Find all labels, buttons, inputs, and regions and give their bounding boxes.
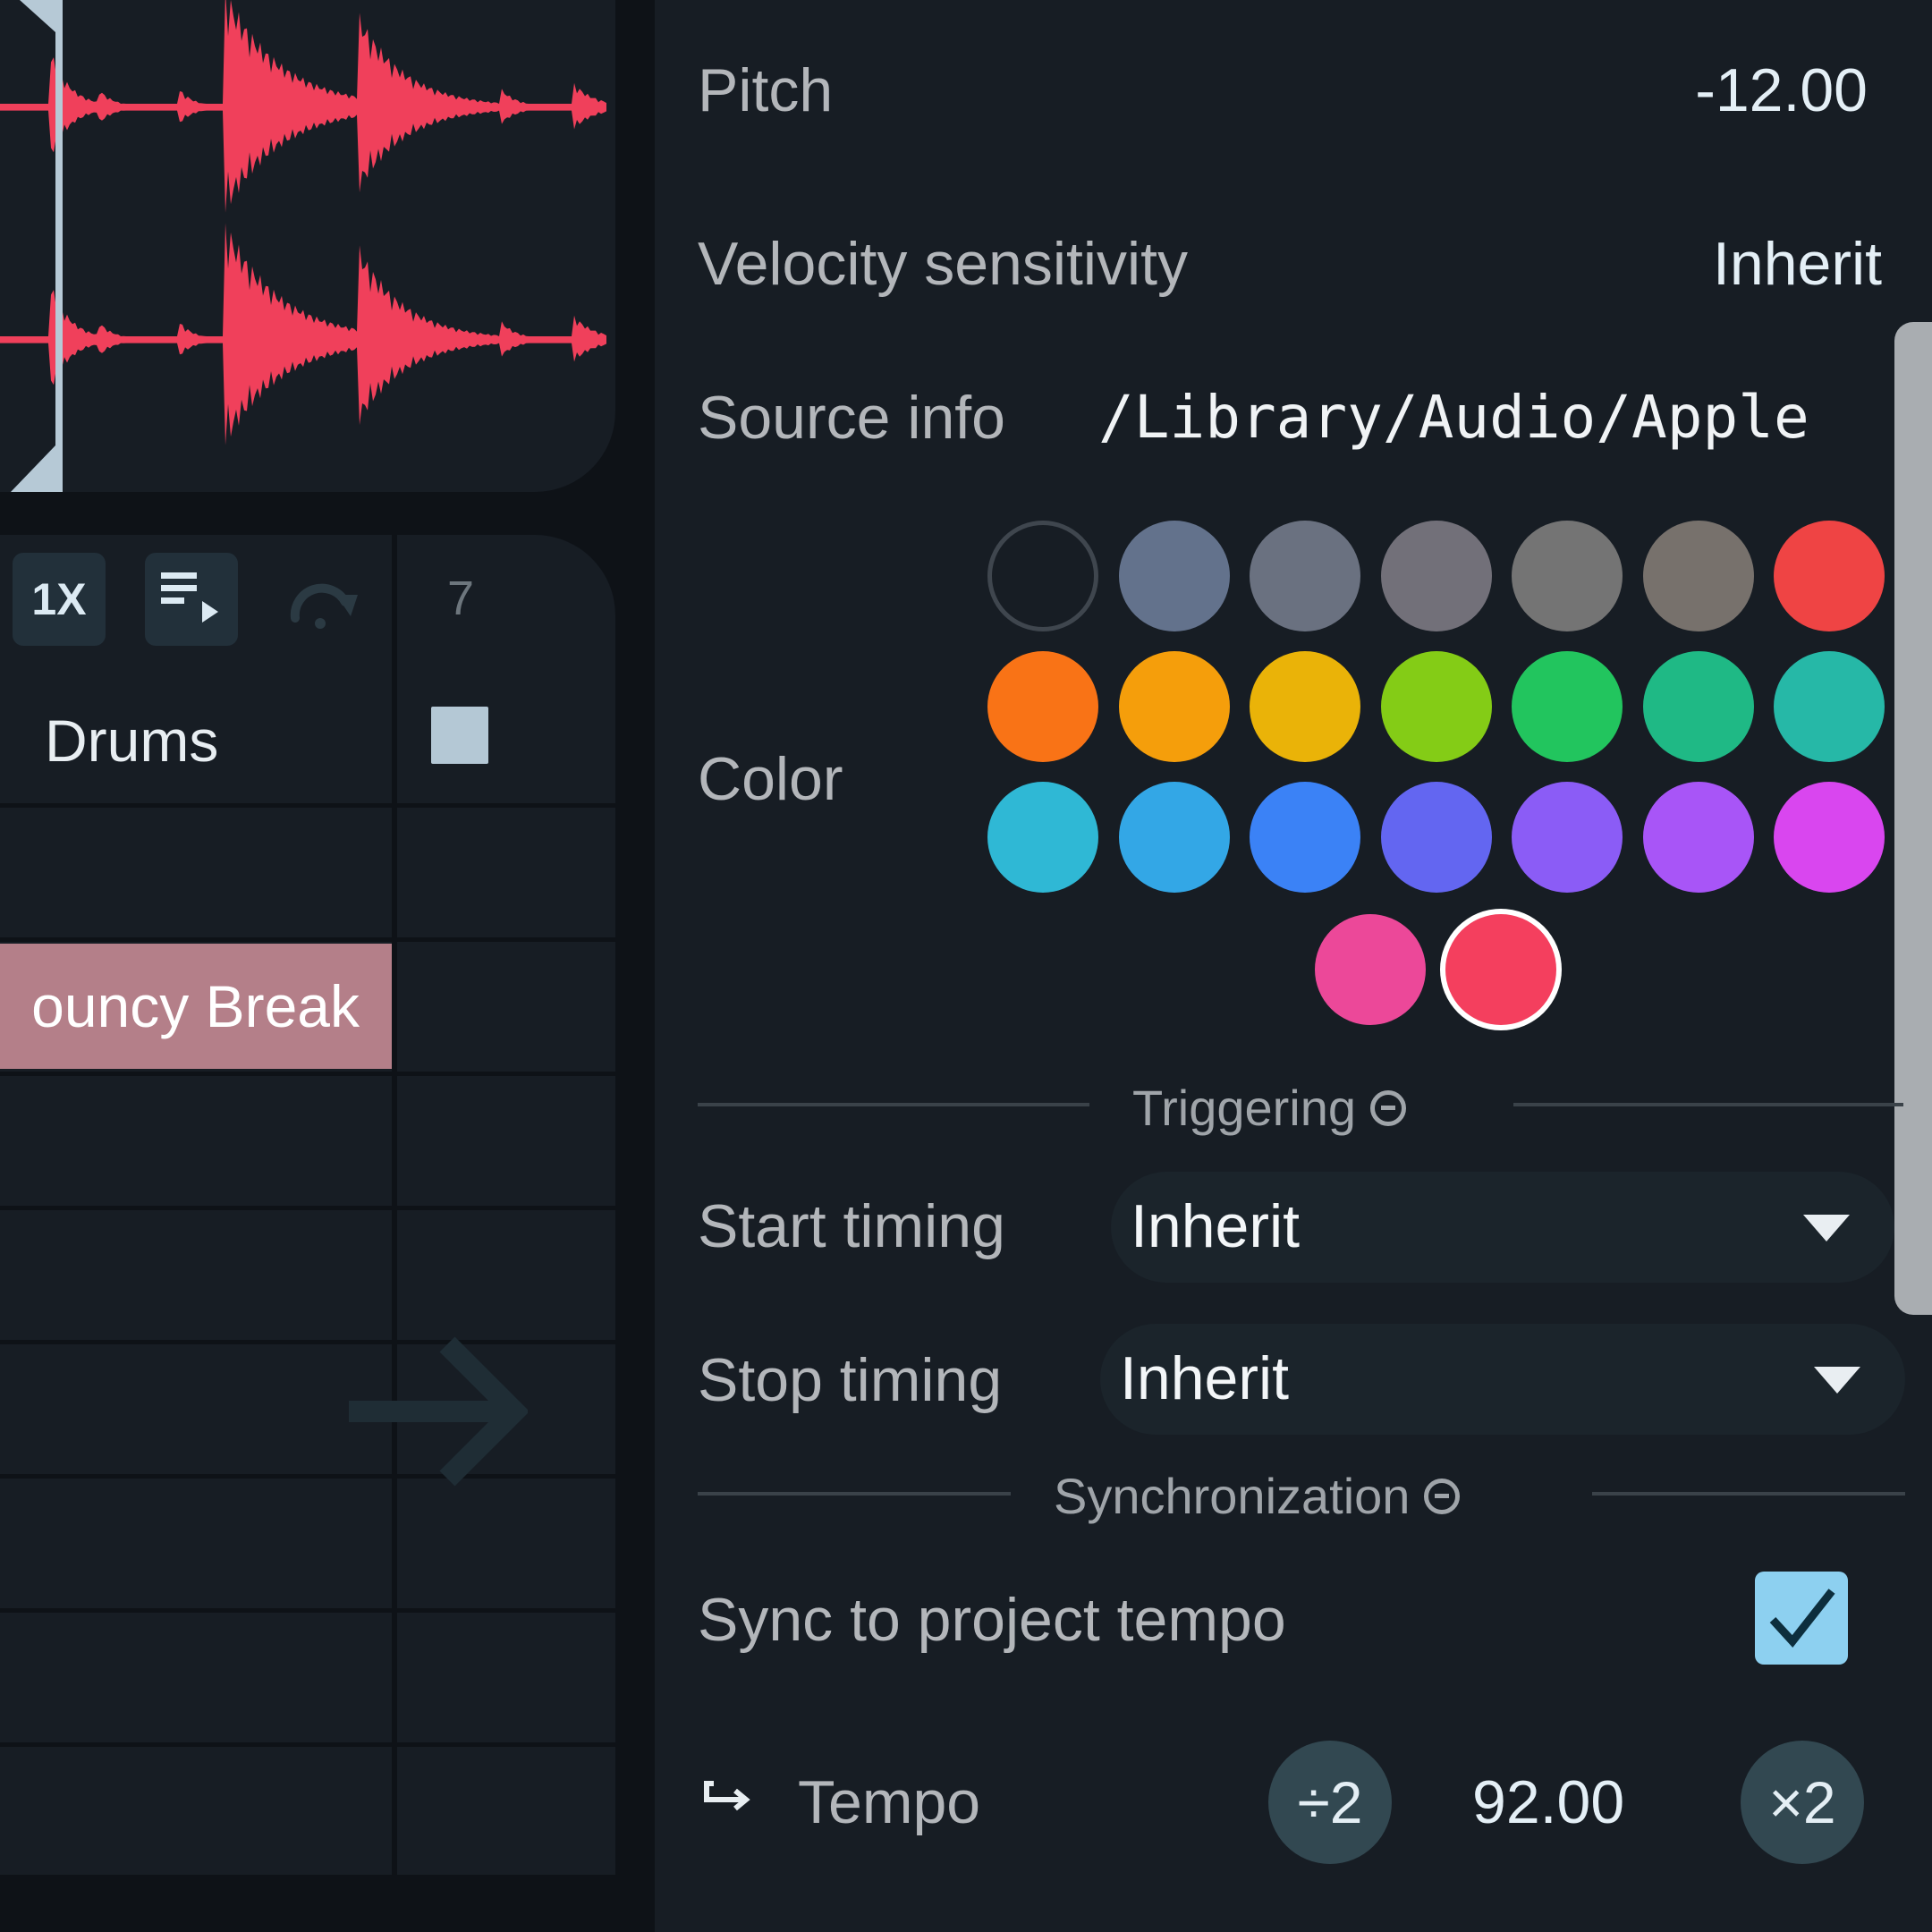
section-divider xyxy=(1513,1103,1903,1106)
stop-square-icon[interactable] xyxy=(431,707,488,764)
session-grid: 1X 7 Drums ouncy Break xyxy=(0,535,615,1875)
color-swatch-violet[interactable] xyxy=(1512,782,1623,893)
row-divider xyxy=(0,1206,615,1210)
color-swatch-sky[interactable] xyxy=(1118,782,1230,893)
loop-start-marker[interactable] xyxy=(55,0,63,492)
color-swatch-emerald[interactable] xyxy=(1642,651,1754,762)
audio-waveform xyxy=(0,0,606,445)
stop-timing-label: Stop timing xyxy=(698,1346,1003,1414)
halve-label: ÷2 xyxy=(1297,1769,1363,1835)
color-swatch-indigo[interactable] xyxy=(1380,782,1492,893)
return-arrow-icon xyxy=(701,1775,755,1824)
triggering-title: Triggering xyxy=(1132,1080,1357,1136)
color-swatch-fuchsia[interactable] xyxy=(1774,782,1885,893)
color-swatch-neutral[interactable] xyxy=(1512,521,1623,631)
section-divider xyxy=(698,1103,1089,1106)
color-swatch-gray-blue[interactable] xyxy=(1250,521,1360,631)
track-name: Drums xyxy=(45,708,219,774)
loop-start-marker-bottom[interactable] xyxy=(11,445,55,492)
velocity-label: Velocity sensitivity xyxy=(698,230,1188,298)
row-divider xyxy=(0,1072,615,1076)
collapse-icon[interactable] xyxy=(1370,1089,1407,1126)
waveform-channel xyxy=(0,0,606,213)
section-divider xyxy=(698,1492,1011,1496)
color-swatch-lime[interactable] xyxy=(1380,651,1492,762)
double-label: ×2 xyxy=(1768,1769,1836,1835)
row-divider xyxy=(0,803,615,808)
triggering-header[interactable]: Triggering xyxy=(1132,1079,1407,1137)
clip-name: ouncy Break xyxy=(31,973,360,1039)
color-swatch-stone[interactable] xyxy=(1642,521,1754,631)
color-swatch-rose[interactable] xyxy=(1445,914,1556,1025)
checkmark-icon xyxy=(1769,1589,1835,1648)
color-swatch-slate[interactable] xyxy=(1118,521,1230,631)
start-timing-label: Start timing xyxy=(698,1192,1005,1260)
synchronization-title: Synchronization xyxy=(1054,1468,1411,1524)
row-divider xyxy=(0,1742,615,1747)
source-info-value: /Library/Audio/Apple xyxy=(1098,383,1809,452)
arrow-right-icon xyxy=(349,1322,530,1505)
playlist-play-icon xyxy=(161,572,218,623)
tempo-value[interactable]: 92.00 xyxy=(1472,1767,1624,1837)
sync-tempo-label: Sync to project tempo xyxy=(698,1586,1286,1654)
color-swatch-amber[interactable] xyxy=(1118,651,1230,762)
color-swatch-green[interactable] xyxy=(1512,651,1623,762)
color-swatch-red[interactable] xyxy=(1774,521,1885,631)
double-tempo-button[interactable]: ×2 xyxy=(1741,1741,1864,1864)
color-swatch-cyan[interactable] xyxy=(987,782,1098,893)
sync-tempo-checkbox[interactable] xyxy=(1755,1572,1848,1665)
chevron-down-icon xyxy=(1803,1215,1850,1241)
pitch-value[interactable]: -12.00 xyxy=(1695,55,1868,125)
loop-start-marker-top[interactable] xyxy=(20,0,55,32)
velocity-value[interactable]: Inherit xyxy=(1713,229,1882,299)
color-swatch-purple[interactable] xyxy=(1642,782,1754,893)
row-divider xyxy=(0,937,615,942)
color-swatch-blue[interactable] xyxy=(1250,782,1360,893)
pitch-label: Pitch xyxy=(698,56,834,124)
start-timing-dropdown[interactable]: Inherit xyxy=(1111,1172,1894,1283)
color-swatch-orange[interactable] xyxy=(987,651,1098,762)
stop-timing-value: Inherit xyxy=(1120,1344,1289,1412)
stop-timing-dropdown[interactable]: Inherit xyxy=(1100,1324,1905,1435)
clip-slot-bouncy-break[interactable]: ouncy Break xyxy=(0,944,392,1069)
collapse-icon[interactable] xyxy=(1424,1478,1461,1514)
color-swatch-none[interactable] xyxy=(987,521,1098,631)
redo-loop-icon xyxy=(290,583,358,629)
color-swatch-teal[interactable] xyxy=(1774,651,1885,762)
waveform-display[interactable] xyxy=(0,0,615,492)
launch-mode-button[interactable] xyxy=(145,553,238,646)
color-swatch-zinc[interactable] xyxy=(1380,521,1492,631)
color-swatch-pink[interactable] xyxy=(1315,914,1426,1025)
clip-editor: 1X 7 Drums ouncy Break xyxy=(0,0,655,1932)
speed-button[interactable]: 1X xyxy=(13,553,106,646)
scrollbar[interactable] xyxy=(1894,322,1932,1315)
source-info-label: Source info xyxy=(698,384,1005,452)
speed-label: 1X xyxy=(31,574,87,624)
color-swatch-yellow[interactable] xyxy=(1250,651,1360,762)
section-divider xyxy=(1592,1492,1905,1496)
color-label: Color xyxy=(698,745,843,813)
chevron-down-icon xyxy=(1814,1367,1860,1394)
column-divider xyxy=(392,535,397,1875)
halve-tempo-button[interactable]: ÷2 xyxy=(1268,1741,1392,1864)
scene-number: 7 xyxy=(447,572,475,625)
start-timing-value: Inherit xyxy=(1131,1192,1300,1260)
loop-button[interactable] xyxy=(286,575,367,642)
synchronization-header[interactable]: Synchronization xyxy=(1054,1467,1461,1525)
tempo-label: Tempo xyxy=(798,1768,981,1836)
waveform-channel xyxy=(0,223,606,445)
row-divider xyxy=(0,1608,615,1613)
